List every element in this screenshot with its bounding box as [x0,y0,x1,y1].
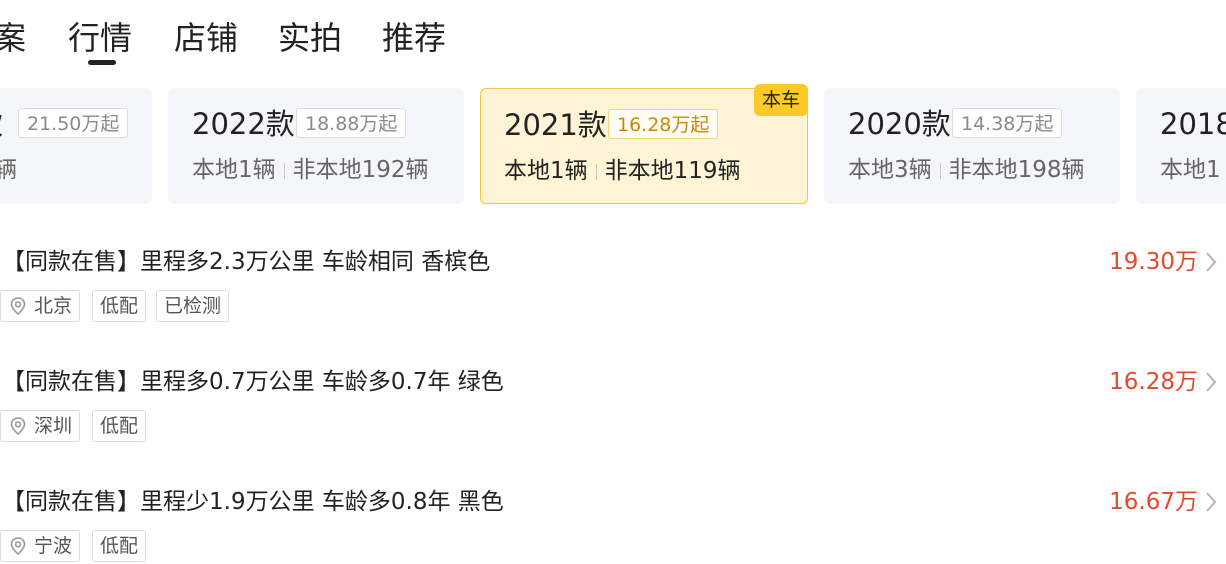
year-card[interactable]: 2018 本地1 [1136,88,1226,204]
chevron-right-icon [1206,372,1217,392]
spec-tag: 低配 [92,290,147,322]
vehicle-counts: 辆 [0,157,17,183]
price-tag: 18.88万起 [296,108,407,138]
location-tag: 北京 [0,290,81,322]
vehicle-counts: 本地1辆 非本地119辆 [504,158,741,184]
listing-price: 19.30万 [1109,249,1198,275]
vehicle-counts: 本地1 [1160,157,1221,183]
listing-title: 【同款在售】里程多0.7万公里 车龄多0.7年 绿色 [2,369,504,395]
current-car-badge: 本车 [754,84,808,116]
year-label: 2020款 [848,107,951,141]
location-pin-icon [10,416,26,435]
price-tag: 14.38万起 [952,108,1063,138]
listing-item[interactable]: 【同款在售】里程多2.3万公里 车龄相同 香槟色 19.30万 北京 低配 已检… [0,244,1226,344]
listing-price: 16.28万 [1109,369,1198,395]
tab-store[interactable]: 店铺 [174,16,238,60]
price-tag: 21.50万起 [18,108,129,138]
inspected-tag: 已检测 [156,290,230,322]
price-tag: 16.28万起 [608,109,719,139]
location-tag: 深圳 [0,410,81,442]
listing-item[interactable]: 【同款在售】里程多0.7万公里 车龄多0.7年 绿色 16.28万 深圳 低配 [0,364,1226,464]
location-pin-icon [10,536,26,555]
listing-item[interactable]: 【同款在售】里程少1.9万公里 车龄多0.8年 黑色 16.67万 宁波 低配 [0,484,1226,564]
year-card-strip: 款 21.50万起 辆 2022款 18.88万起 本地1辆非本地192辆 20… [0,88,1226,204]
vehicle-counts: 本地1辆 非本地192辆 [192,157,429,183]
year-card[interactable]: 款 21.50万起 辆 [0,88,152,204]
year-card[interactable]: 2022款 18.88万起 本地1辆 非本地192辆 [168,88,464,204]
chevron-right-icon [1206,492,1217,512]
location-pin-icon [10,296,26,315]
tab-photos[interactable]: 实拍 [278,16,342,60]
vehicle-counts: 本地3辆 非本地198辆 [848,157,1085,183]
listing-title: 【同款在售】里程少1.9万公里 车龄多0.8年 黑色 [2,489,504,515]
year-label: 2018 [1160,107,1226,141]
spec-tag: 低配 [92,410,147,442]
year-label: 2021款 [504,108,607,142]
year-label: 2022款 [192,107,295,141]
active-tab-indicator [88,60,116,65]
chevron-right-icon [1206,252,1217,272]
tab-archive[interactable]: 案 [0,16,26,60]
tab-market[interactable]: 行情 [68,16,132,60]
year-card[interactable]: 2020款 14.38万起 本地3辆 非本地198辆 [824,88,1120,204]
tab-recommend[interactable]: 推荐 [382,16,446,60]
listing-title: 【同款在售】里程多2.3万公里 车龄相同 香槟色 [2,249,491,275]
year-label: 款 [0,106,3,142]
listing-price: 16.67万 [1109,489,1198,515]
spec-tag: 低配 [92,530,147,562]
location-tag: 宁波 [0,530,81,562]
tab-bar: 案 行情 店铺 实拍 推荐 [0,0,1226,80]
